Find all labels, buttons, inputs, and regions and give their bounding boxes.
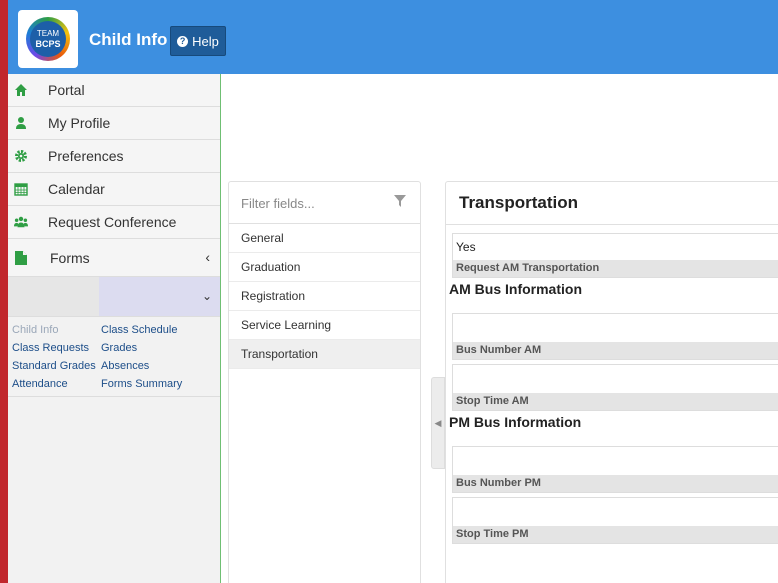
filter-input[interactable]	[241, 196, 381, 211]
link-standard-grades[interactable]: Standard Grades	[12, 358, 101, 374]
sidebar-item-label: Portal	[48, 82, 85, 98]
field-item-service-learning[interactable]: Service Learning	[229, 311, 420, 340]
field-label: Request AM Transportation	[453, 260, 778, 277]
field-label: Bus Number AM	[453, 342, 778, 359]
bus-number-pm-field[interactable]: Bus Number PM	[452, 446, 778, 493]
sidebar-item-label: Calendar	[48, 181, 105, 197]
sidebar-item-preferences[interactable]: Preferences	[8, 140, 220, 173]
home-icon	[14, 83, 28, 97]
sidebar-item-portal[interactable]: Portal	[8, 74, 220, 107]
section-title: Transportation	[446, 182, 778, 225]
stop-time-pm-field[interactable]: Stop Time PM	[452, 497, 778, 544]
sidebar-item-forms[interactable]: Forms ‹	[8, 239, 220, 277]
field-item-general[interactable]: General	[229, 224, 420, 253]
request-am-transportation-field[interactable]: Yes Request AM Transportation	[452, 233, 778, 278]
caret-left-icon: ◀	[434, 417, 442, 428]
field-label: Stop Time PM	[453, 526, 778, 543]
bus-number-am-field[interactable]: Bus Number AM	[452, 313, 778, 360]
field-item-registration[interactable]: Registration	[229, 282, 420, 311]
stop-time-am-field[interactable]: Stop Time AM	[452, 364, 778, 411]
field-label: Bus Number PM	[453, 475, 778, 492]
link-attendance[interactable]: Attendance	[12, 376, 101, 392]
logo-text: TEAM BCPS	[30, 21, 66, 57]
field-item-graduation[interactable]: Graduation	[229, 253, 420, 282]
sidebar-item-label: Preferences	[48, 148, 124, 164]
sidebar-item-my-profile[interactable]: My Profile	[8, 107, 220, 140]
app-header: TEAM BCPS Child Info ? Help	[8, 0, 778, 74]
field-value: Yes	[456, 240, 476, 254]
chevron-down-icon[interactable]: ⌄	[202, 289, 212, 303]
users-icon	[14, 215, 28, 229]
help-button[interactable]: ? Help	[170, 26, 226, 56]
field-value	[453, 498, 778, 526]
chevron-left-icon[interactable]: ‹	[205, 249, 210, 265]
logo-ring: TEAM BCPS	[26, 17, 70, 61]
calendar-icon	[14, 182, 28, 196]
forms-subpanel: ⌄	[8, 277, 220, 317]
page-title: Child Info	[89, 30, 168, 49]
user-icon	[14, 116, 28, 130]
logo-team-text: TEAM	[36, 29, 60, 38]
link-class-schedule[interactable]: Class Schedule	[101, 322, 201, 338]
sidebar: Portal My Profile Preferences Calendar R…	[8, 74, 221, 583]
transportation-panel: Transportation Yes Request AM Transporta…	[445, 181, 778, 583]
field-label: Stop Time AM	[453, 393, 778, 410]
question-icon: ?	[177, 35, 189, 47]
collapse-panel-handle[interactable]: ◀	[431, 377, 445, 469]
subpanel-dropdown[interactable]: ⌄	[99, 277, 220, 316]
forms-links: Child Info Class Schedule Class Requests…	[8, 317, 220, 397]
pm-bus-heading: PM Bus Information	[449, 414, 582, 430]
field-value	[453, 447, 778, 475]
field-item-transportation[interactable]: Transportation	[229, 340, 420, 369]
field-value	[453, 314, 778, 342]
link-class-requests[interactable]: Class Requests	[12, 340, 101, 356]
field-filter-panel: General Graduation Registration Service …	[228, 181, 421, 583]
link-forms-summary[interactable]: Forms Summary	[101, 376, 201, 392]
subpanel-left	[8, 277, 99, 316]
sidebar-item-request-conference[interactable]: Request Conference	[8, 206, 220, 239]
logo-bcps-text: BCPS	[35, 39, 61, 49]
filter-header	[229, 182, 420, 224]
sidebar-item-label: Forms	[50, 249, 90, 266]
sidebar-item-label: My Profile	[48, 115, 111, 131]
help-label: Help	[192, 33, 219, 49]
filter-icon[interactable]	[394, 195, 406, 207]
link-absences[interactable]: Absences	[101, 358, 201, 374]
gear-icon	[14, 149, 28, 163]
sidebar-item-label: Request Conference	[48, 214, 177, 230]
team-bcps-logo[interactable]: TEAM BCPS	[18, 10, 78, 68]
file-icon	[14, 250, 28, 265]
field-value	[453, 365, 778, 393]
sidebar-item-calendar[interactable]: Calendar	[8, 173, 220, 206]
link-child-info[interactable]: Child Info	[12, 322, 101, 338]
left-accent-bar	[0, 0, 8, 583]
am-bus-heading: AM Bus Information	[449, 281, 582, 297]
link-grades[interactable]: Grades	[101, 340, 201, 356]
